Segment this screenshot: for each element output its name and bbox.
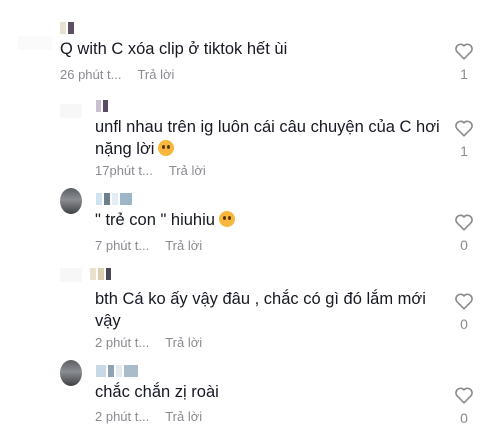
like-count: 0 [460,237,468,253]
heart-outline-icon[interactable] [454,213,474,231]
heart-outline-icon[interactable] [454,42,474,60]
comment-text: Q with C xóa clip ở tiktok hết ùi [60,40,288,58]
timestamp: 2 phút t... [95,409,150,424]
heart-outline-icon[interactable] [454,119,474,137]
avatar[interactable] [60,268,82,282]
comment-meta: 2 phút t... Trả lời [95,335,202,350]
comment-text: chắc chắn zị roài [95,383,219,401]
reply-button[interactable]: Trả lời [137,67,174,82]
username-blurred[interactable] [60,22,74,34]
like-button[interactable]: 0 [452,213,476,253]
username-blurred[interactable] [96,193,132,205]
comment-text-content: " trẻ con " hiuhiu [95,211,215,229]
avatar[interactable] [60,104,82,118]
username-blurred[interactable] [96,365,138,377]
like-count: 0 [460,316,468,332]
like-count: 1 [460,143,468,159]
like-count: 0 [460,410,468,426]
comment-meta: 7 phút t... Trả lời [95,238,202,253]
comment-meta: 26 phút t... Trả lời [60,67,174,82]
face-emoji-icon [158,140,175,156]
reply-button[interactable]: Trả lời [165,335,202,350]
comment-text: bth Cá ko ấy vậy đâu , chắc có gì đó lắm… [95,290,426,330]
avatar[interactable] [18,36,52,50]
like-button[interactable]: 1 [452,119,476,159]
timestamp: 2 phút t... [95,335,150,350]
avatar[interactable] [60,360,82,386]
like-button[interactable]: 1 [452,42,476,82]
comment-meta: 2 phút t... Trả lời [95,409,202,424]
timestamp: 17phút t... [95,163,153,178]
avatar[interactable] [60,188,82,214]
username-blurred[interactable] [96,100,108,112]
reply-button[interactable]: Trả lời [169,163,206,178]
username-blurred[interactable] [90,268,111,280]
like-button[interactable]: 0 [452,386,476,426]
heart-outline-icon[interactable] [454,292,474,310]
heart-outline-icon[interactable] [454,386,474,404]
like-count: 1 [460,66,468,82]
reply-button[interactable]: Trả lời [165,409,202,424]
face-emoji-icon [218,211,235,227]
comment-text-content: unfl nhau trên ig luôn cái câu chuyện củ… [95,118,440,158]
timestamp: 7 phút t... [95,238,150,253]
comment-text: unfl nhau trên ig luôn cái câu chuyện củ… [95,116,445,160]
comment-text: " trẻ con " hiuhiu [95,209,445,231]
timestamp: 26 phút t... [60,67,122,82]
like-button[interactable]: 0 [452,292,476,332]
comment-meta: 17phút t... Trả lời [95,163,206,178]
reply-button[interactable]: Trả lời [165,238,202,253]
